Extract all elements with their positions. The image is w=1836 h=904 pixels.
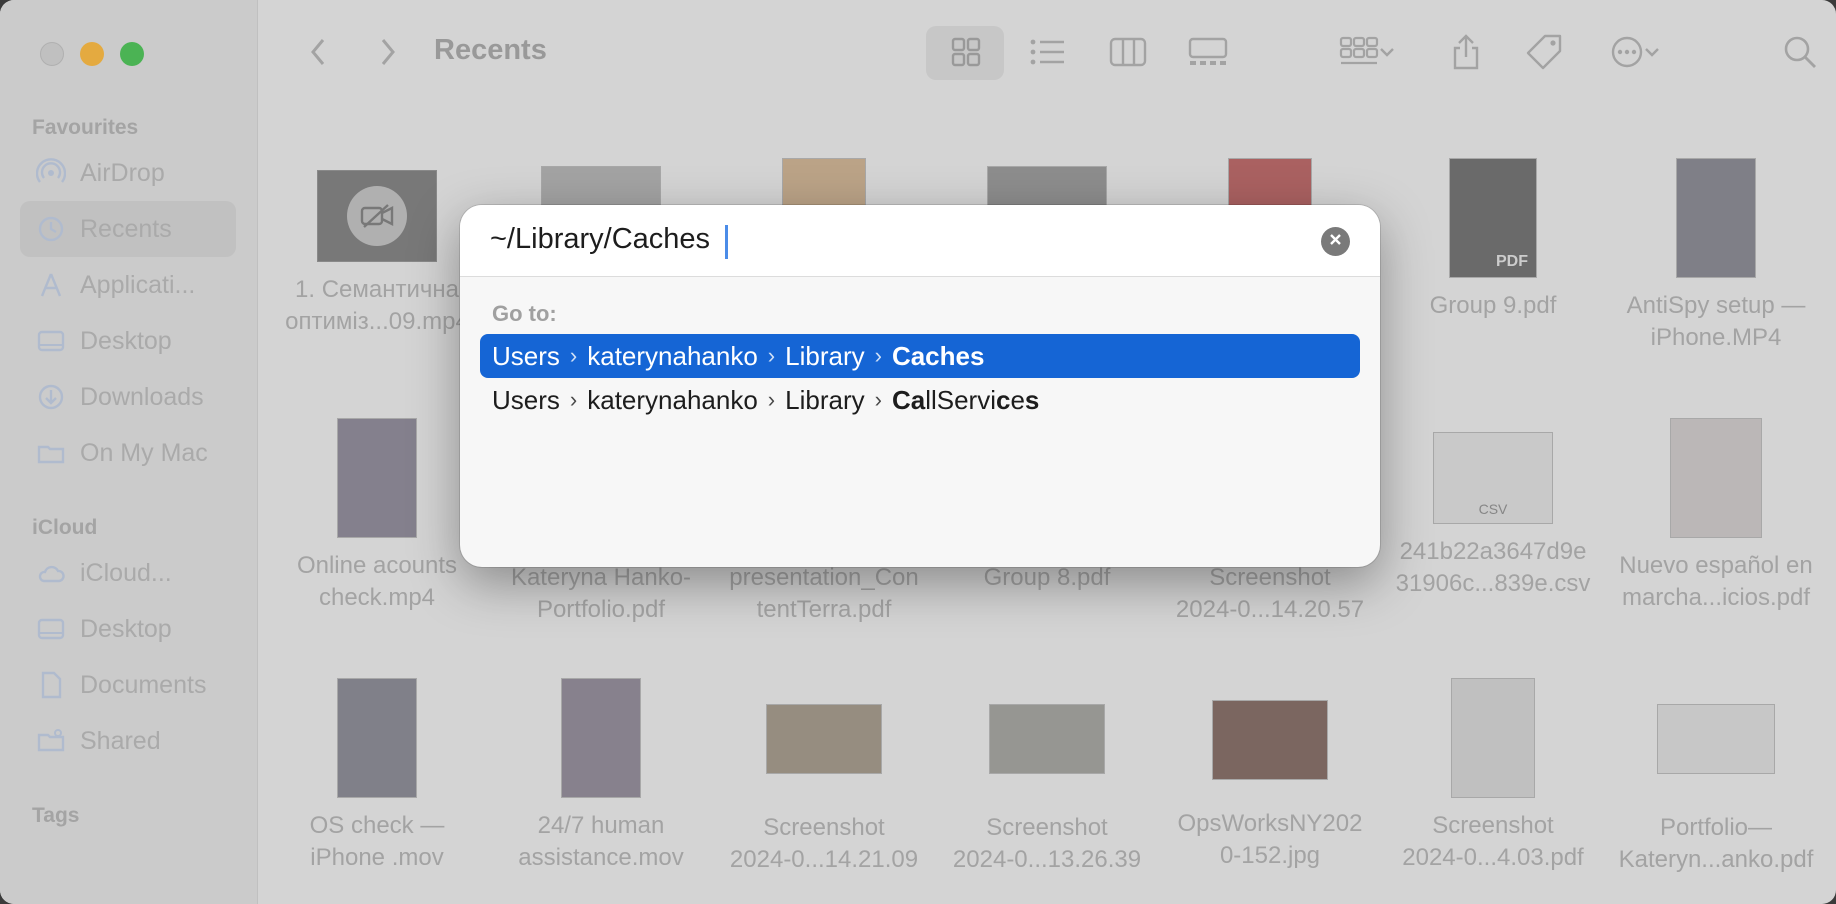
chevron-right-icon: › bbox=[569, 343, 578, 368]
chevron-right-icon: › bbox=[874, 387, 882, 412]
path-crumb: katerynahanko bbox=[587, 340, 758, 371]
chevron-right-icon: › bbox=[767, 387, 776, 412]
chevron-right-icon: › bbox=[874, 343, 882, 368]
path-crumb-partial-match: CallServices bbox=[891, 384, 1040, 415]
clear-path-button[interactable] bbox=[1321, 227, 1350, 256]
finder-window: Favourites AirDrop Recents Applicati... … bbox=[0, 0, 1836, 904]
path-crumb-match: Caches bbox=[891, 340, 985, 371]
chevron-right-icon: › bbox=[767, 343, 776, 368]
path-crumb: Users bbox=[492, 384, 560, 415]
chevron-right-icon: › bbox=[569, 387, 578, 412]
go-to-folder-dialog: Go to: Users › katerynahanko › Library ›… bbox=[460, 205, 1380, 567]
path-crumb: Users bbox=[492, 340, 560, 371]
text-cursor bbox=[725, 225, 728, 259]
path-crumb: katerynahanko bbox=[587, 384, 758, 415]
suggestion-row[interactable]: Users › katerynahanko › Library › CallSe… bbox=[480, 378, 1360, 422]
path-crumb: Library bbox=[785, 340, 865, 371]
path-field-row bbox=[460, 205, 1380, 277]
suggestion-row[interactable]: Users › katerynahanko › Library › Caches bbox=[480, 334, 1360, 378]
goto-label: Go to: bbox=[492, 301, 557, 326]
path-input[interactable] bbox=[490, 223, 1270, 256]
clear-icon bbox=[1329, 233, 1342, 251]
path-crumb: Library bbox=[785, 384, 865, 415]
